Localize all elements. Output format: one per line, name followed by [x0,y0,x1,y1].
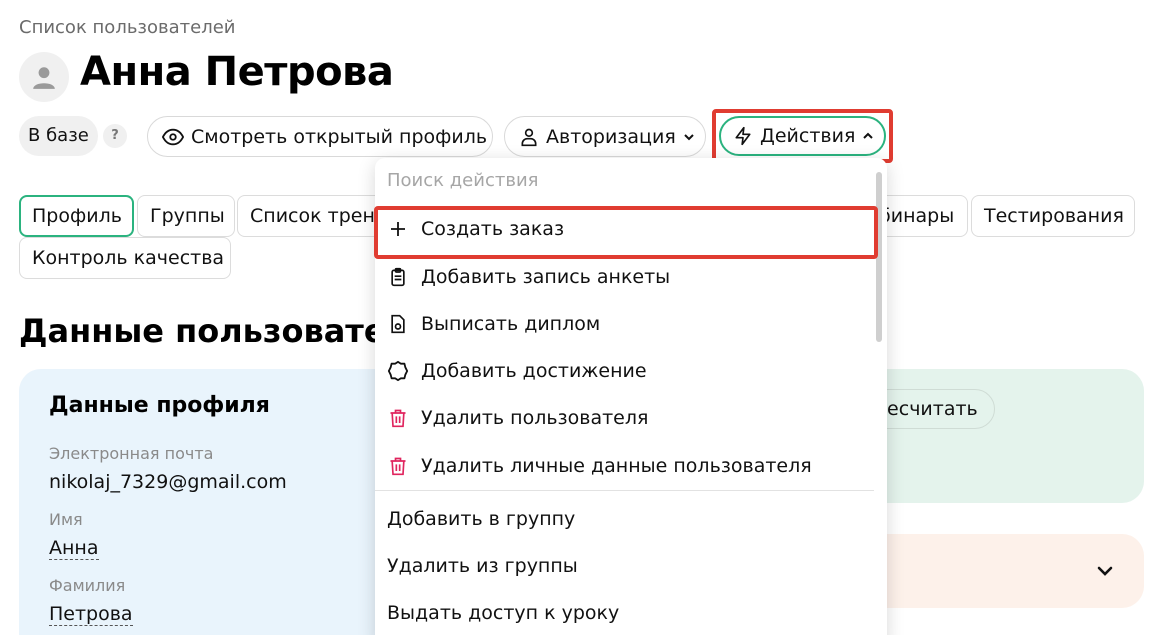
diploma-icon [387,314,409,334]
issue-diploma-label: Выписать диплом [421,313,601,335]
tab-groups[interactable]: Группы [137,195,235,237]
badge-icon [387,360,409,382]
email-value: nikolaj_7329@gmail.com [49,471,287,493]
profile-card-title: Данные профиля [49,393,270,418]
issue-diploma-item[interactable]: Выписать диплом [387,309,600,339]
chevron-up-icon [863,132,874,139]
trash-icon [387,408,409,428]
avatar [19,52,69,102]
status-badge: В базе [19,116,98,156]
tab-tests[interactable]: Тестирования [971,195,1135,237]
delete-user-item[interactable]: Удалить пользователя [387,403,648,433]
create-order-item[interactable]: Создать заказ [387,214,564,244]
actions-dropdown: Поиск действия Создать заказ Добавить за… [375,158,887,635]
authorization-label: Авторизация [546,125,676,148]
help-icon[interactable]: ? [103,124,127,148]
first-name-label: Имя [49,510,83,529]
eye-icon [162,128,184,145]
email-label: Электронная почта [49,444,214,463]
user-icon [521,128,537,146]
menu-divider [375,490,874,491]
add-achievement-item[interactable]: Добавить достижение [387,356,647,386]
view-public-profile-button[interactable]: Смотреть открытый профиль [147,116,493,157]
add-achievement-label: Добавить достижение [421,360,647,382]
delete-personal-data-label: Удалить личные данные пользователя [421,455,812,477]
remove-from-group-item[interactable]: Удалить из группы [387,555,578,577]
authorization-button[interactable]: Авторизация [504,116,706,157]
last-name-value[interactable]: Петрова [49,603,133,626]
add-to-group-item[interactable]: Добавить в группу [387,508,575,530]
grant-lesson-access-item[interactable]: Выдать доступ к уроку [387,602,619,624]
tab-profile[interactable]: Профиль [19,195,134,237]
delete-personal-data-item[interactable]: Удалить личные данные пользователя [387,451,812,481]
tab-trainings[interactable]: Список трен [237,195,387,237]
dropdown-scrollbar[interactable] [876,172,882,342]
actions-label: Действия [760,125,856,147]
trash-icon [387,456,409,476]
last-name-label: Фамилия [49,576,126,595]
page-title: Анна Петрова [80,49,394,95]
add-survey-record-label: Добавить запись анкеты [421,266,671,288]
user-silhouette-icon [33,67,55,89]
tab-quality-control[interactable]: Контроль качества [19,237,231,279]
chevron-down-icon[interactable] [1095,561,1115,581]
section-title: Данные пользовател [19,312,409,350]
plus-icon [387,220,409,238]
action-search-input[interactable]: Поиск действия [387,170,538,191]
actions-button[interactable]: Действия [719,116,886,156]
delete-user-label: Удалить пользователя [421,407,649,429]
breadcrumb[interactable]: Список пользователей [19,17,236,38]
chevron-down-icon [684,133,694,140]
create-order-label: Создать заказ [421,218,565,240]
view-public-profile-label: Смотреть открытый профиль [191,125,488,148]
first-name-value[interactable]: Анна [49,537,99,560]
lightning-icon [735,126,751,146]
add-survey-record-item[interactable]: Добавить запись анкеты [387,262,670,292]
clipboard-icon [387,267,409,287]
